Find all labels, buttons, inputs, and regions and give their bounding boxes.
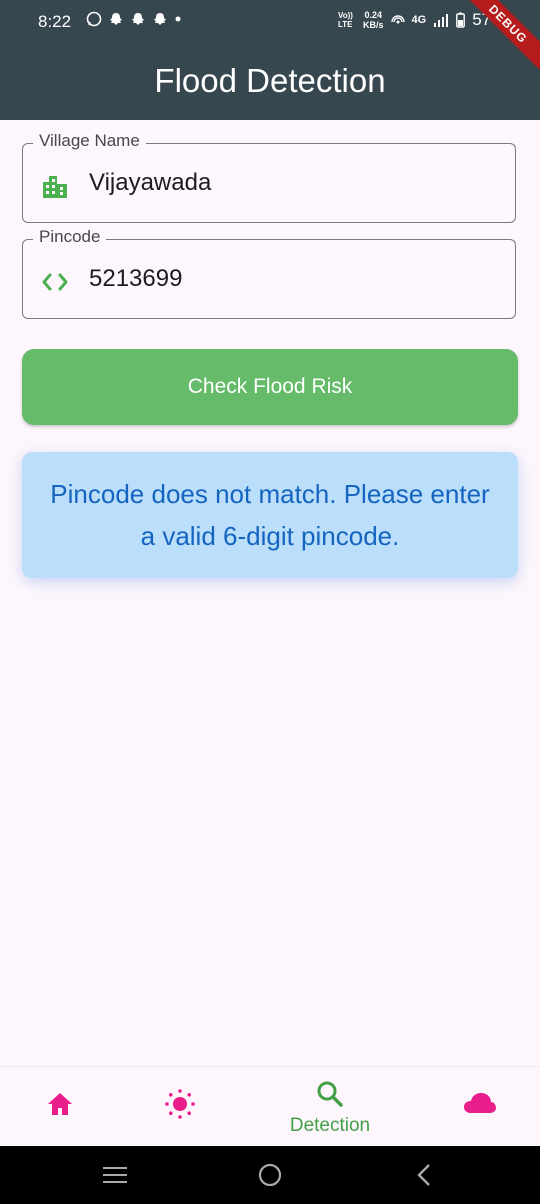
nav-item-home[interactable] <box>30 1067 90 1147</box>
sun-icon <box>165 1089 195 1119</box>
net-speed: 0.24 KB/s <box>363 10 384 30</box>
home-icon <box>48 1093 72 1115</box>
cloud-icon <box>464 1093 496 1113</box>
nav-item-weather[interactable] <box>150 1067 210 1147</box>
hotspot-icon <box>390 15 405 24</box>
village-name-field[interactable]: Village Name Vijayawada <box>22 131 516 223</box>
check-flood-risk-button[interactable]: Check Flood Risk <box>22 349 518 425</box>
home-button-icon[interactable] <box>257 1162 283 1188</box>
pincode-label: Pincode <box>33 227 107 247</box>
dot-icon <box>175 16 181 22</box>
top-bar: 8:22 Vo)) LTE 0.24 KB/s 4G 57 DEBUG Floo… <box>0 0 540 120</box>
bottom-navigation: Detection <box>0 1066 540 1147</box>
result-message: Pincode does not match. Please enter a v… <box>22 452 518 578</box>
recent-apps-icon[interactable] <box>102 1165 128 1185</box>
page-title: Flood Detection <box>154 62 386 99</box>
location-city-icon <box>43 176 67 198</box>
signal-icon <box>434 14 449 27</box>
status-time: 8:22 <box>38 12 72 31</box>
snapchat-icon <box>110 13 122 25</box>
volte-indicator: Vo)) LTE <box>338 11 353 29</box>
system-navigation-bar <box>0 1146 540 1204</box>
pincode-value: 5213699 <box>89 265 183 292</box>
village-name-label: Village Name <box>33 131 146 151</box>
search-icon <box>317 1081 343 1107</box>
snapchat-icon <box>132 13 144 25</box>
code-icon <box>42 273 68 291</box>
village-name-value: Vijayawada <box>89 169 212 196</box>
nav-label-detection: Detection <box>289 1115 371 1136</box>
whatsapp-icon <box>86 11 102 27</box>
pincode-field[interactable]: Pincode 5213699 <box>22 227 516 319</box>
battery-icon <box>456 12 466 28</box>
network-type: 4G <box>411 14 427 26</box>
status-bar: 8:22 Vo)) LTE 0.24 KB/s 4G 57 <box>0 0 540 44</box>
back-icon[interactable] <box>414 1162 434 1188</box>
nav-item-detection[interactable]: Detection <box>270 1067 390 1147</box>
snapchat-icon <box>154 13 166 25</box>
nav-item-cloud[interactable] <box>450 1067 510 1147</box>
